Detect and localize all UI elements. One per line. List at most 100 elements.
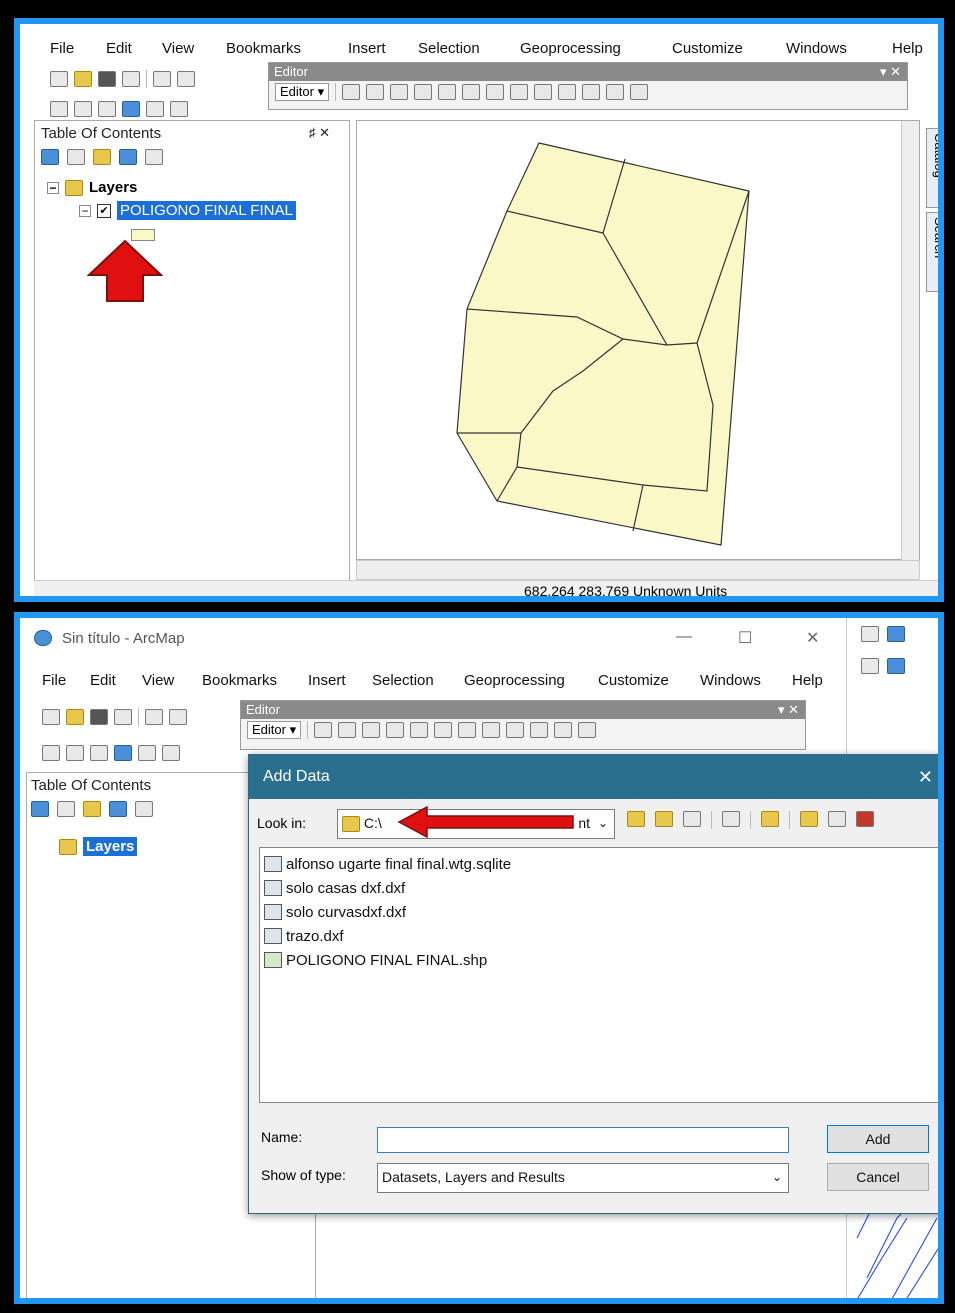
menu-windows[interactable]: Windows bbox=[786, 40, 847, 57]
fixed-zoom-out-icon[interactable] bbox=[162, 745, 180, 761]
zoom-out-icon[interactable] bbox=[74, 101, 92, 117]
close-button[interactable]: ✕ bbox=[806, 628, 819, 648]
attributes-icon[interactable] bbox=[582, 84, 601, 100]
edit-tool-icon[interactable] bbox=[314, 722, 333, 738]
list-item[interactable]: POLIGONO FINAL FINAL.shp bbox=[264, 948, 934, 972]
window-titlebar[interactable]: Sin título - ArcMap — ☐ ✕ bbox=[20, 618, 846, 662]
dialog-close-button[interactable]: ✕ bbox=[918, 755, 933, 799]
up-one-level-icon[interactable] bbox=[627, 811, 645, 827]
toolbar-icon[interactable] bbox=[887, 626, 905, 642]
new-item-icon[interactable] bbox=[828, 811, 846, 827]
list-item[interactable]: solo casas dxf.dxf bbox=[264, 876, 934, 900]
menu-insert[interactable]: Insert bbox=[308, 672, 346, 689]
connect-folder-icon[interactable] bbox=[683, 811, 701, 827]
name-input[interactable] bbox=[377, 1127, 789, 1153]
list-item[interactable]: solo curvasdxf.dxf bbox=[264, 900, 934, 924]
open-icon[interactable] bbox=[74, 71, 92, 87]
options-icon[interactable] bbox=[135, 801, 153, 817]
visibility-checkbox[interactable]: ✔ bbox=[97, 203, 111, 218]
construction-icon[interactable] bbox=[410, 722, 429, 738]
editor-dropdown[interactable]: Editor ▾ bbox=[247, 721, 302, 739]
menu-view[interactable]: View bbox=[162, 40, 194, 57]
menu-help[interactable]: Help bbox=[892, 40, 923, 57]
vertices-icon[interactable] bbox=[486, 84, 505, 100]
toolbar-icon[interactable] bbox=[861, 658, 879, 674]
fixed-zoom-out-icon[interactable] bbox=[170, 101, 188, 117]
editor-titlebar[interactable]: Editor ▾ ✕ bbox=[269, 63, 907, 81]
menu-view[interactable]: View bbox=[142, 672, 174, 689]
layers-node[interactable]: − Layers bbox=[47, 179, 137, 196]
menu-selection[interactable]: Selection bbox=[418, 40, 480, 57]
edit-annotation-icon[interactable] bbox=[366, 84, 385, 100]
split-icon[interactable] bbox=[534, 84, 553, 100]
vertices-icon[interactable] bbox=[458, 722, 477, 738]
edit-tool-icon[interactable] bbox=[342, 84, 361, 100]
maximize-button[interactable]: ☐ bbox=[738, 628, 752, 648]
editor-close-icon[interactable]: ▾ ✕ bbox=[880, 63, 901, 81]
dialog-titlebar[interactable]: Add Data ✕ bbox=[249, 755, 938, 799]
copy-icon[interactable] bbox=[177, 71, 195, 87]
list-by-selection-icon[interactable] bbox=[109, 801, 127, 817]
layer-item[interactable]: − ✔ POLIGONO FINAL FINAL bbox=[79, 201, 296, 220]
cut-icon[interactable] bbox=[145, 709, 163, 725]
reshape-icon[interactable] bbox=[482, 722, 501, 738]
print-icon[interactable] bbox=[122, 71, 140, 87]
straight-segment-icon[interactable] bbox=[390, 84, 409, 100]
editor-titlebar[interactable]: Editor ▾ ✕ bbox=[241, 701, 805, 719]
split-icon[interactable] bbox=[506, 722, 525, 738]
menu-file[interactable]: File bbox=[50, 40, 74, 57]
toolbox-icon[interactable] bbox=[856, 811, 874, 827]
cut-icon[interactable] bbox=[153, 71, 171, 87]
menu-bookmarks[interactable]: Bookmarks bbox=[202, 672, 277, 689]
add-button[interactable]: Add bbox=[827, 1125, 929, 1153]
zoom-out-icon[interactable] bbox=[66, 745, 84, 761]
globe-icon[interactable] bbox=[114, 745, 132, 761]
layer-name[interactable]: POLIGONO FINAL FINAL bbox=[117, 201, 296, 220]
view-options-icon[interactable] bbox=[722, 811, 740, 827]
toolbar-icon[interactable] bbox=[861, 626, 879, 642]
editor-dropdown[interactable]: Editor ▾ bbox=[275, 83, 330, 101]
pan-icon[interactable] bbox=[90, 745, 108, 761]
list-item[interactable]: trazo.dxf bbox=[264, 924, 934, 948]
list-item[interactable]: alfonso ugarte final final.wtg.sqlite bbox=[264, 852, 934, 876]
toc-pin-close[interactable]: ♯ ✕ bbox=[309, 125, 330, 141]
menu-selection[interactable]: Selection bbox=[372, 672, 434, 689]
rotate-icon[interactable] bbox=[530, 722, 549, 738]
list-by-drawing-order-icon[interactable] bbox=[41, 149, 59, 165]
globe-icon[interactable] bbox=[122, 101, 140, 117]
menu-file[interactable]: File bbox=[42, 672, 66, 689]
map-view[interactable] bbox=[356, 120, 920, 561]
open-icon[interactable] bbox=[66, 709, 84, 725]
new-folder-icon[interactable] bbox=[800, 811, 818, 827]
menu-windows[interactable]: Windows bbox=[700, 672, 761, 689]
vertical-scrollbar[interactable] bbox=[901, 121, 919, 561]
cancel-button[interactable]: Cancel bbox=[827, 1163, 929, 1191]
menu-customize[interactable]: Customize bbox=[672, 40, 743, 57]
zoom-in-icon[interactable] bbox=[42, 745, 60, 761]
straight-segment-icon[interactable] bbox=[362, 722, 381, 738]
list-by-visibility-icon[interactable] bbox=[93, 149, 111, 165]
reshape-icon[interactable] bbox=[510, 84, 529, 100]
side-tab-search[interactable]: Search bbox=[926, 212, 938, 292]
collapse-icon[interactable]: − bbox=[79, 204, 91, 217]
type-select[interactable]: Datasets, Layers and Results ⌄ bbox=[377, 1163, 789, 1193]
chevron-down-icon[interactable]: ⌄ bbox=[772, 1164, 782, 1190]
attributes-icon[interactable] bbox=[554, 722, 573, 738]
collapse-icon[interactable]: − bbox=[47, 181, 59, 194]
list-by-source-icon[interactable] bbox=[57, 801, 75, 817]
rotate-icon[interactable] bbox=[558, 84, 577, 100]
trace-icon[interactable] bbox=[386, 722, 405, 738]
home-icon[interactable] bbox=[655, 811, 673, 827]
copy-icon[interactable] bbox=[169, 709, 187, 725]
save-icon[interactable] bbox=[90, 709, 108, 725]
trace-icon[interactable] bbox=[414, 84, 433, 100]
sketch-properties-icon[interactable] bbox=[606, 84, 625, 100]
fixed-zoom-in-icon[interactable] bbox=[138, 745, 156, 761]
list-by-source-icon[interactable] bbox=[67, 149, 85, 165]
menu-edit[interactable]: Edit bbox=[106, 40, 132, 57]
pan-icon[interactable] bbox=[98, 101, 116, 117]
cut-polygon-icon[interactable] bbox=[434, 722, 453, 738]
cut-polygon-icon[interactable] bbox=[462, 84, 481, 100]
list-by-selection-icon[interactable] bbox=[119, 149, 137, 165]
toolbar-icon[interactable] bbox=[887, 658, 905, 674]
